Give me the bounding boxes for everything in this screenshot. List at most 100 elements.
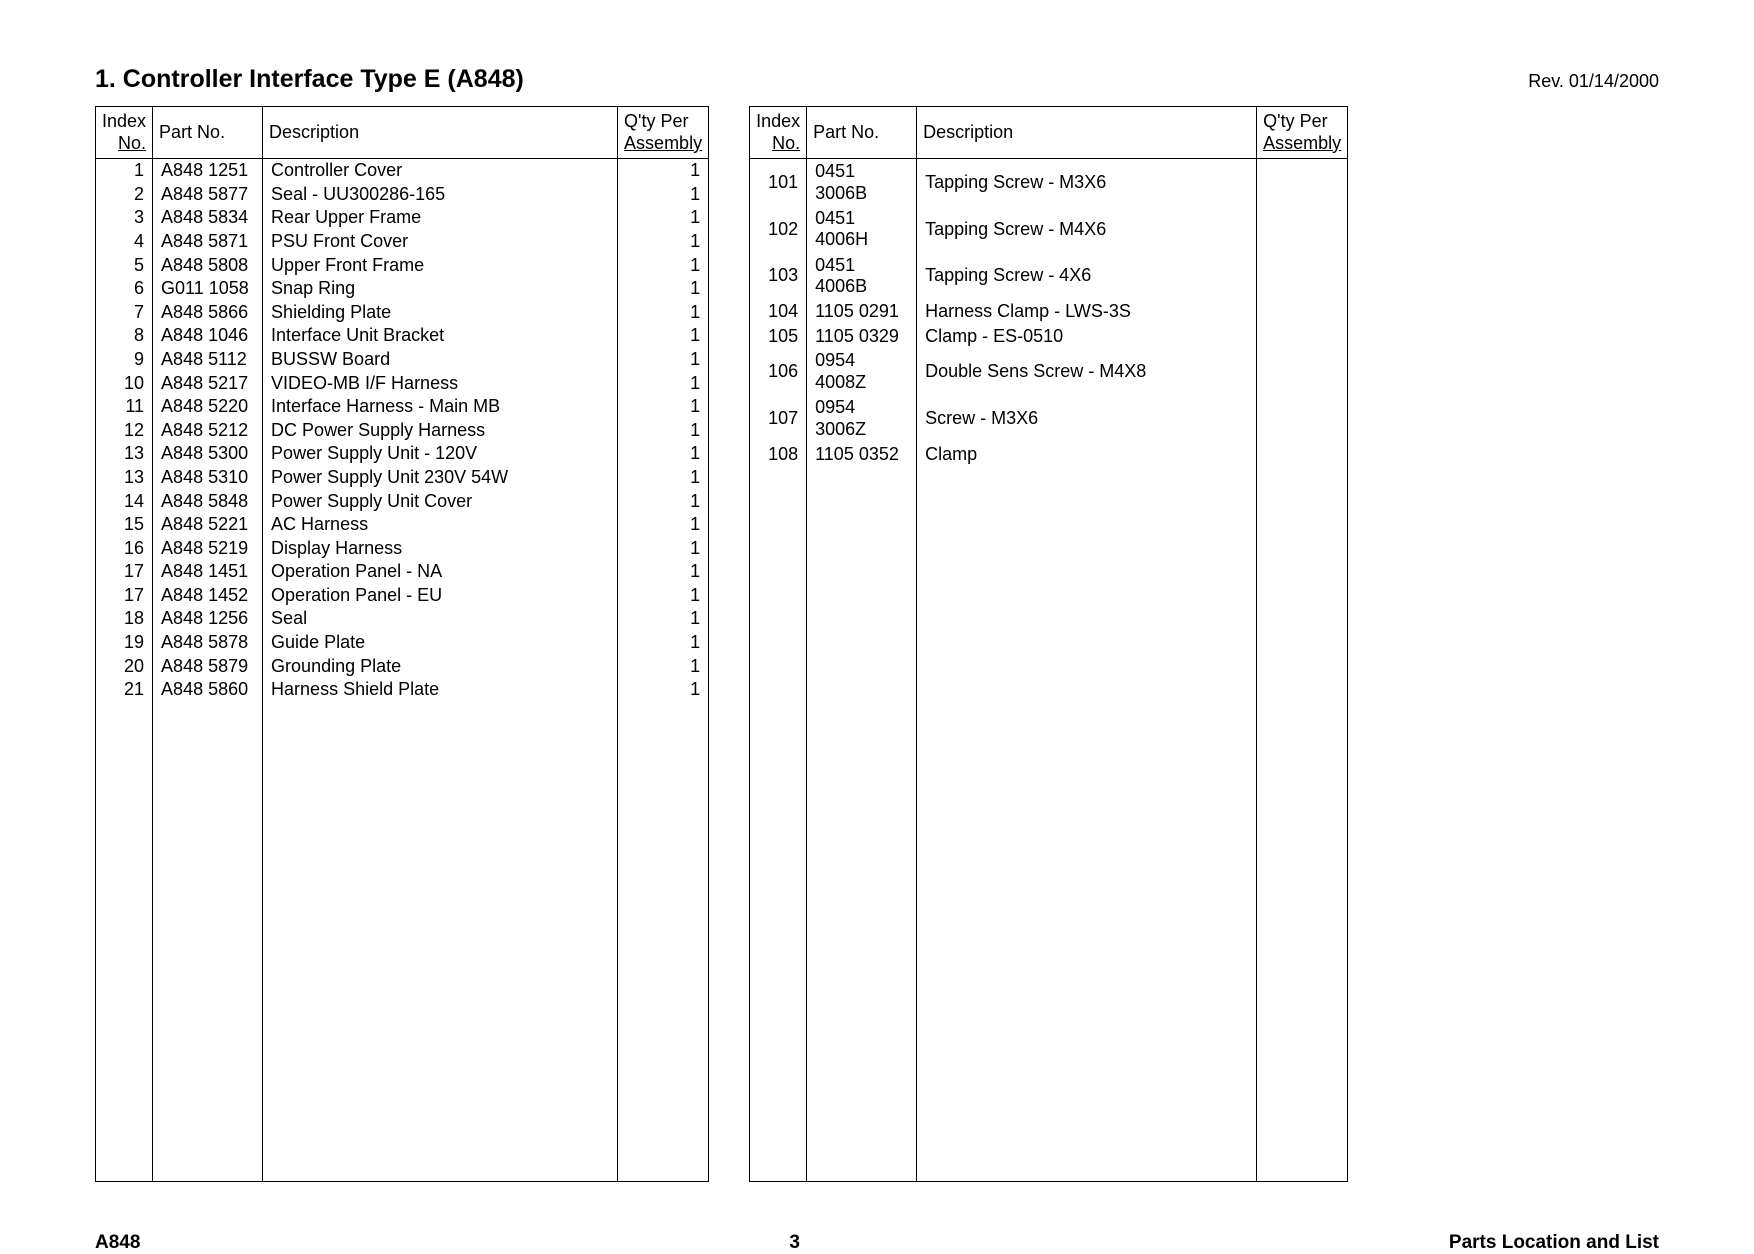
- cell-part: 0451 3006B: [807, 159, 917, 206]
- cell-part: 0451 4006H: [807, 206, 917, 253]
- footer-left: A848: [95, 1232, 140, 1254]
- col-header-description: Description: [917, 107, 1257, 159]
- cell-part: A848 5212: [153, 419, 263, 443]
- cell-index: 104: [750, 300, 807, 324]
- cell-part: A848 5808: [153, 254, 263, 278]
- cell-description: Controller Cover: [263, 159, 618, 183]
- cell-index: 11: [96, 395, 153, 419]
- table-row: 19A848 5878Guide Plate1: [96, 631, 709, 655]
- header-row: 1. Controller Interface Type E (A848) Re…: [95, 65, 1659, 94]
- footer: A848 3 Parts Location and List: [95, 1232, 1659, 1254]
- table-row: 14A848 5848Power Supply Unit Cover1: [96, 490, 709, 514]
- cell-qty: 1: [618, 560, 709, 584]
- cell-description: Harness Clamp - LWS-3S: [917, 300, 1257, 324]
- cell-qty: 1: [618, 348, 709, 372]
- cell-description: AC Harness: [263, 513, 618, 537]
- cell-description: Power Supply Unit - 120V: [263, 442, 618, 466]
- cell-index: 14: [96, 490, 153, 514]
- cell-description: Grounding Plate: [263, 655, 618, 679]
- cell-index: 21: [96, 678, 153, 702]
- table-row: 5A848 5808Upper Front Frame1: [96, 254, 709, 278]
- cell-index: 6: [96, 277, 153, 301]
- cell-part: 0451 4006B: [807, 253, 917, 300]
- cell-qty: [1257, 300, 1348, 324]
- table-row: 20A848 5879Grounding Plate1: [96, 655, 709, 679]
- cell-qty: 1: [618, 254, 709, 278]
- cell-part: A848 5879: [153, 655, 263, 679]
- cell-description: Double Sens Screw - M4X8: [917, 349, 1257, 396]
- cell-part: 1105 0352: [807, 442, 917, 466]
- cell-part: 1105 0291: [807, 300, 917, 324]
- table-row: 6G011 1058Snap Ring1: [96, 277, 709, 301]
- cell-index: 105: [750, 324, 807, 348]
- cell-part: A848 1251: [153, 159, 263, 183]
- cell-qty: 1: [618, 631, 709, 655]
- page-title: 1. Controller Interface Type E (A848): [95, 65, 524, 94]
- col-header-description: Description: [263, 107, 618, 159]
- col-header-qty: Q'ty PerAssembly: [618, 107, 709, 159]
- cell-part: A848 5310: [153, 466, 263, 490]
- table-row: 11A848 5220Interface Harness - Main MB1: [96, 395, 709, 419]
- cell-part: 0954 4008Z: [807, 349, 917, 396]
- cell-qty: [1257, 324, 1348, 348]
- cell-qty: 1: [618, 324, 709, 348]
- cell-qty: 1: [618, 678, 709, 702]
- cell-qty: 1: [618, 607, 709, 631]
- cell-index: 108: [750, 442, 807, 466]
- cell-part: 1105 0329: [807, 324, 917, 348]
- table-row: 1010451 3006BTapping Screw - M3X6: [750, 159, 1348, 206]
- cell-description: Tapping Screw - 4X6: [917, 253, 1257, 300]
- cell-part: A848 5300: [153, 442, 263, 466]
- table-row: 1030451 4006BTapping Screw - 4X6: [750, 253, 1348, 300]
- cell-qty: [1257, 395, 1348, 442]
- cell-description: Interface Harness - Main MB: [263, 395, 618, 419]
- cell-qty: [1257, 349, 1348, 396]
- cell-description: Tapping Screw - M4X6: [917, 206, 1257, 253]
- tables-container: IndexNo. Part No. Description Q'ty PerAs…: [95, 106, 1659, 1182]
- cell-qty: 1: [618, 277, 709, 301]
- parts-table-1: IndexNo. Part No. Description Q'ty PerAs…: [95, 106, 709, 1182]
- cell-description: Screw - M3X6: [917, 395, 1257, 442]
- cell-description: Clamp: [917, 442, 1257, 466]
- cell-description: Tapping Screw - M3X6: [917, 159, 1257, 206]
- cell-index: 1: [96, 159, 153, 183]
- cell-index: 10: [96, 372, 153, 396]
- cell-index: 8: [96, 324, 153, 348]
- cell-qty: 1: [618, 230, 709, 254]
- cell-qty: 1: [618, 419, 709, 443]
- cell-index: 20: [96, 655, 153, 679]
- cell-qty: [1257, 159, 1348, 206]
- cell-qty: 1: [618, 537, 709, 561]
- table-row: 12A848 5212DC Power Supply Harness1: [96, 419, 709, 443]
- cell-part: A848 5848: [153, 490, 263, 514]
- footer-center: 3: [789, 1232, 800, 1254]
- cell-index: 107: [750, 395, 807, 442]
- cell-description: DC Power Supply Harness: [263, 419, 618, 443]
- cell-index: 17: [96, 584, 153, 608]
- table-spacer: [96, 702, 709, 1182]
- cell-description: Display Harness: [263, 537, 618, 561]
- cell-description: Shielding Plate: [263, 301, 618, 325]
- cell-index: 12: [96, 419, 153, 443]
- cell-qty: [1257, 206, 1348, 253]
- cell-description: Snap Ring: [263, 277, 618, 301]
- cell-index: 103: [750, 253, 807, 300]
- cell-qty: 1: [618, 655, 709, 679]
- cell-qty: 1: [618, 490, 709, 514]
- cell-index: 7: [96, 301, 153, 325]
- cell-description: Power Supply Unit Cover: [263, 490, 618, 514]
- cell-qty: 1: [618, 159, 709, 183]
- cell-index: 5: [96, 254, 153, 278]
- cell-description: Operation Panel - EU: [263, 584, 618, 608]
- cell-description: VIDEO-MB I/F Harness: [263, 372, 618, 396]
- table-row: 1081105 0352Clamp: [750, 442, 1348, 466]
- cell-part: G011 1058: [153, 277, 263, 301]
- cell-index: 106: [750, 349, 807, 396]
- cell-qty: 1: [618, 301, 709, 325]
- cell-part: A848 5871: [153, 230, 263, 254]
- cell-part: A848 5878: [153, 631, 263, 655]
- table-row: 1051105 0329Clamp - ES-0510: [750, 324, 1348, 348]
- col-header-qty: Q'ty PerAssembly: [1257, 107, 1348, 159]
- table-row: 1070954 3006ZScrew - M3X6: [750, 395, 1348, 442]
- cell-part: A848 5112: [153, 348, 263, 372]
